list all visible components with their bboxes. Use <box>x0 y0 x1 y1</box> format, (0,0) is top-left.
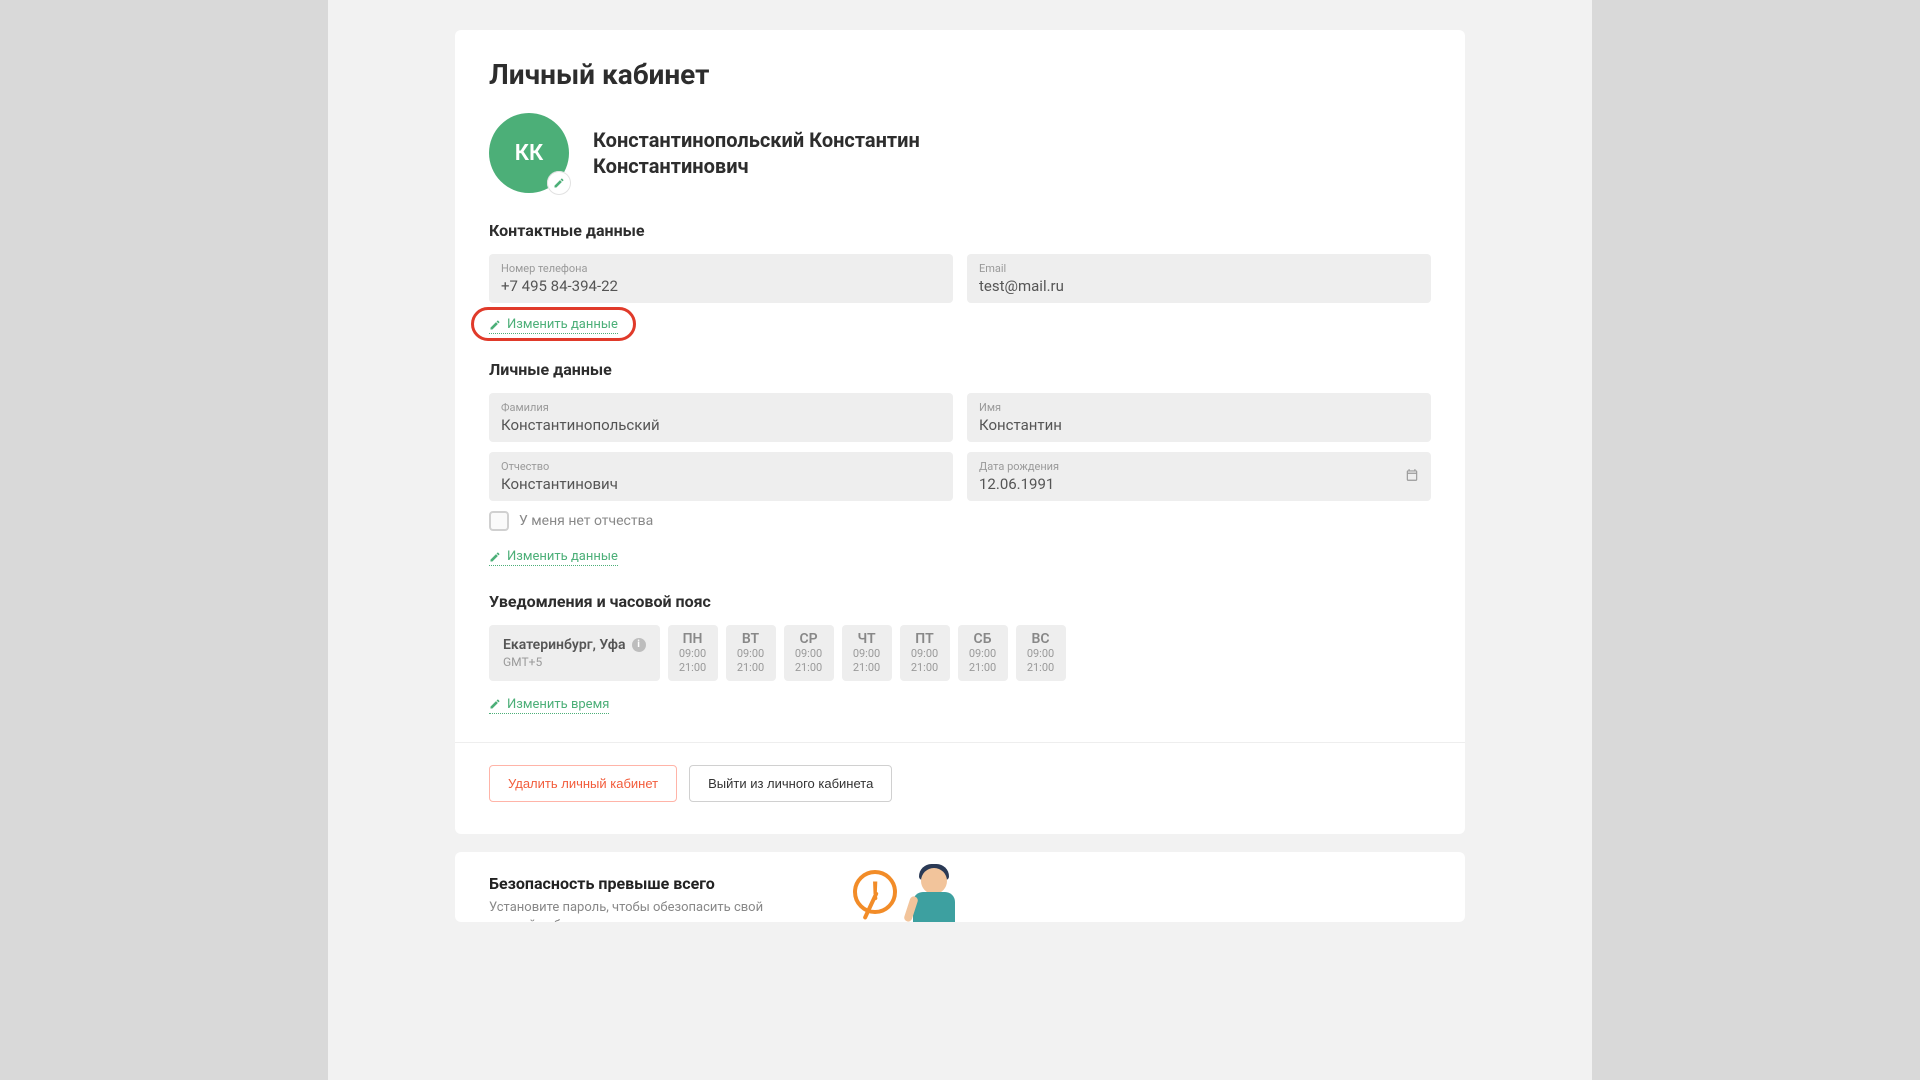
profile-header: КК Константинопольский Константин Конста… <box>489 113 1431 193</box>
timezone-row: Екатеринбург, Уфа i GMT+5 ПН09:0021:00ВТ… <box>489 625 1431 681</box>
edit-personal-link[interactable]: Изменить данные <box>489 549 618 566</box>
day-from: 09:00 <box>1027 647 1054 661</box>
timezone-block: Екатеринбург, Уфа i GMT+5 <box>489 625 660 681</box>
day-from: 09:00 <box>969 647 996 661</box>
firstname-field: Имя Константин <box>967 393 1431 442</box>
day-block: СБ09:0021:00 <box>958 625 1008 681</box>
security-title: Безопасность превыше всего <box>489 874 789 893</box>
pencil-icon <box>553 177 565 189</box>
day-from: 09:00 <box>679 647 706 661</box>
security-illustration: ! <box>819 874 979 922</box>
card-footer: Удалить личный кабинет Выйти из личного … <box>455 742 1465 802</box>
day-to: 21:00 <box>737 661 764 675</box>
birthdate-field: Дата рождения 12.06.1991 <box>967 452 1431 501</box>
timezone-offset: GMT+5 <box>503 655 646 669</box>
day-from: 09:00 <box>911 647 938 661</box>
edit-avatar-button[interactable] <box>547 171 571 195</box>
day-to: 21:00 <box>911 661 938 675</box>
day-label: ВТ <box>742 631 759 647</box>
day-block: ПН09:0021:00 <box>668 625 718 681</box>
notifications-section-title: Уведомления и часовой пояс <box>489 592 1431 611</box>
pencil-icon <box>489 551 501 563</box>
avatar[interactable]: КК <box>489 113 569 193</box>
no-middlename-checkbox[interactable] <box>489 511 509 531</box>
day-block: ВС09:0021:00 <box>1016 625 1066 681</box>
day-block: СР09:0021:00 <box>784 625 834 681</box>
no-middlename-label: У меня нет отчества <box>519 513 653 529</box>
day-block: ПТ09:0021:00 <box>900 625 950 681</box>
day-to: 21:00 <box>1027 661 1054 675</box>
day-to: 21:00 <box>795 661 822 675</box>
page-title: Личный кабинет <box>489 58 1431 91</box>
security-subtitle: Установите пароль, чтобы обезопасить сво… <box>489 899 789 922</box>
pencil-icon <box>489 698 501 710</box>
magnifier-icon: ! <box>853 870 897 914</box>
day-to: 21:00 <box>969 661 996 675</box>
full-name: Константинопольский Константин Константи… <box>593 127 920 179</box>
phone-field: Номер телефона +7 495 84-394-22 <box>489 254 953 303</box>
day-from: 09:00 <box>795 647 822 661</box>
day-label: ПН <box>683 631 703 647</box>
pencil-icon <box>489 319 501 331</box>
day-label: СР <box>799 631 817 647</box>
edit-time-link[interactable]: Изменить время <box>489 697 609 714</box>
logout-button[interactable]: Выйти из личного кабинета <box>689 765 892 802</box>
day-label: ЧТ <box>857 631 875 647</box>
person-illustration <box>899 868 969 922</box>
day-to: 21:00 <box>853 661 880 675</box>
phone-value: +7 495 84-394-22 <box>501 277 618 295</box>
no-middlename-row[interactable]: У меня нет отчества <box>489 511 1431 531</box>
email-field: Email test@mail.ru <box>967 254 1431 303</box>
phone-label: Номер телефона <box>501 262 941 275</box>
day-label: ВС <box>1031 631 1049 647</box>
avatar-initials: КК <box>515 141 543 166</box>
timezone-city: Екатеринбург, Уфа <box>503 637 626 653</box>
day-label: СБ <box>974 631 992 647</box>
day-block: ЧТ09:0021:00 <box>842 625 892 681</box>
middlename-field: Отчество Константинович <box>489 452 953 501</box>
day-from: 09:00 <box>737 647 764 661</box>
personal-section-title: Личные данные <box>489 360 1431 379</box>
email-label: Email <box>979 262 1419 275</box>
edit-contact-link[interactable]: Изменить данные <box>489 317 618 334</box>
info-icon[interactable]: i <box>632 638 646 652</box>
day-label: ПТ <box>915 631 934 647</box>
day-from: 09:00 <box>853 647 880 661</box>
security-card: Безопасность превыше всего Установите па… <box>455 852 1465 922</box>
app-shell: Личный кабинет КК Константинопольский Ко… <box>328 0 1592 1080</box>
calendar-icon <box>1405 468 1419 486</box>
lastname-field: Фамилия Константинопольский <box>489 393 953 442</box>
contact-section-title: Контактные данные <box>489 221 1431 240</box>
day-block: ВТ09:0021:00 <box>726 625 776 681</box>
profile-card: Личный кабинет КК Константинопольский Ко… <box>455 30 1465 834</box>
day-to: 21:00 <box>679 661 706 675</box>
delete-account-button[interactable]: Удалить личный кабинет <box>489 765 677 802</box>
email-value: test@mail.ru <box>979 277 1064 295</box>
